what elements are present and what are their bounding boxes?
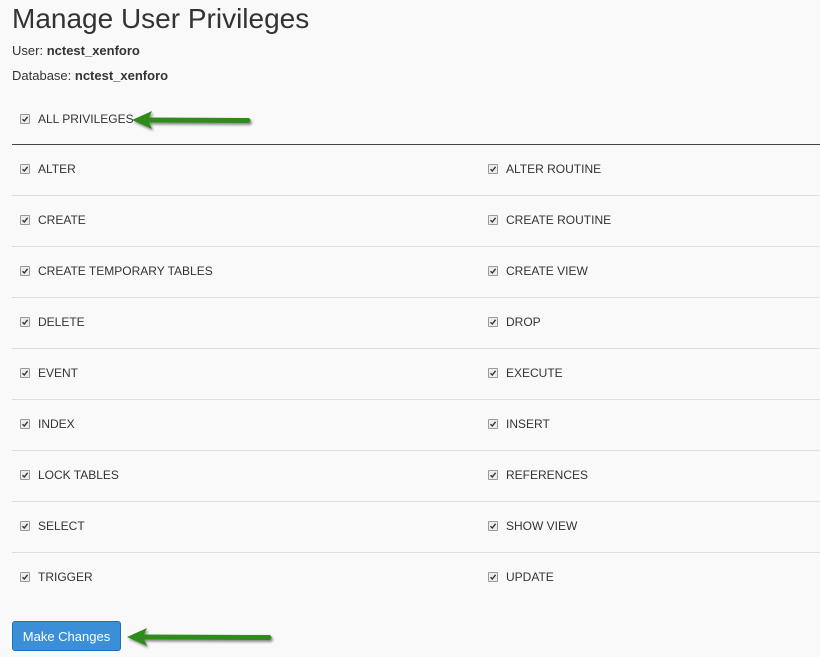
checkmark-icon [490,421,497,428]
privilege-checkbox[interactable] [488,215,498,225]
privilege-row: CREATE TEMPORARY TABLES CREATE VIEW [12,247,820,298]
privileges-grid: ALTER ALTER ROUTINE CREATE CREATE ROUTINE CR… [12,145,820,604]
privilege-label: EXECUTE [506,366,563,380]
arrow-left-icon [132,111,251,129]
privilege-option[interactable]: TRIGGER [20,570,93,584]
privilege-checkbox[interactable] [20,419,30,429]
privilege-option[interactable]: SHOW VIEW [488,519,577,533]
privilege-row: TRIGGER UPDATE [12,553,820,604]
privilege-label: EVENT [38,366,79,380]
checkmark-icon [22,166,29,173]
privilege-label: DROP [506,315,541,329]
page-title: Manage User Privileges [12,3,310,34]
privilege-checkbox[interactable] [20,572,30,582]
checkmark-icon [22,116,29,123]
privilege-label: CREATE [38,213,86,227]
checkmark-icon [490,217,497,224]
privilege-checkbox[interactable] [488,470,498,480]
privilege-checkbox[interactable] [488,317,498,327]
privilege-option[interactable]: CREATE VIEW [488,264,588,278]
database-line: Database: nctest_xenforo [12,68,168,83]
privilege-label: INSERT [506,417,550,431]
privilege-row: LOCK TABLES REFERENCES [12,451,820,502]
privilege-row: INDEX INSERT [12,400,820,451]
checkmark-icon [490,166,497,173]
privilege-label: ALTER ROUTINE [506,162,602,176]
privilege-checkbox[interactable] [20,521,30,531]
privilege-checkbox[interactable] [488,521,498,531]
checkmark-icon [490,319,497,326]
checkmark-icon [22,523,29,530]
privilege-option[interactable]: INDEX [20,417,75,431]
privilege-checkbox[interactable] [488,419,498,429]
privilege-row: ALTER ALTER ROUTINE [12,145,820,196]
privilege-option[interactable]: LOCK TABLES [20,468,119,482]
checkmark-icon [490,370,497,377]
make-changes-button[interactable]: Make Changes [12,621,121,651]
privilege-checkbox[interactable] [488,572,498,582]
privilege-label: ALTER [38,162,76,176]
checkmark-icon [490,523,497,530]
privilege-checkbox[interactable] [20,266,30,276]
privilege-option[interactable]: ALTER ROUTINE [488,162,601,176]
privilege-label: SHOW VIEW [506,519,578,533]
privilege-option[interactable]: UPDATE [488,570,554,584]
database-value: nctest_xenforo [74,68,169,83]
privilege-checkbox[interactable] [20,215,30,225]
privilege-option[interactable]: EVENT [20,366,78,380]
privilege-option[interactable]: REFERENCES [488,468,588,482]
checkmark-icon [490,472,497,479]
privilege-option[interactable]: EXECUTE [488,366,563,380]
privilege-checkbox[interactable] [488,164,498,174]
privilege-option[interactable]: DELETE [20,315,85,329]
privilege-row: DELETE DROP [12,298,820,349]
privilege-checkbox[interactable] [20,368,30,378]
privilege-label: UPDATE [506,570,554,584]
privilege-checkbox[interactable] [20,317,30,327]
privilege-label: CREATE ROUTINE [506,213,612,227]
privilege-option[interactable]: CREATE TEMPORARY TABLES [20,264,213,278]
checkmark-icon [22,472,29,479]
checkmark-icon [22,574,29,581]
privilege-label: CREATE TEMPORARY TABLES [38,264,213,278]
checkmark-icon [22,268,29,275]
checkmark-icon [22,421,29,428]
user-value: nctest_xenforo [46,43,140,58]
privilege-option[interactable]: SELECT [20,519,85,533]
privilege-row: CREATE CREATE ROUTINE [12,196,820,247]
all-privileges-label: ALL PRIVILEGES [38,112,134,126]
all-privileges-checkbox[interactable] [20,114,30,124]
all-privileges-option[interactable]: ALL PRIVILEGES [20,111,134,127]
privilege-option[interactable]: CREATE ROUTINE [488,213,611,227]
privilege-option[interactable]: ALTER [20,162,76,176]
privilege-option[interactable]: DROP [488,315,541,329]
checkmark-icon [22,217,29,224]
database-label: Database: [12,68,72,83]
privilege-row: SELECT SHOW VIEW [12,502,820,553]
checkmark-icon [490,268,497,275]
privilege-checkbox[interactable] [488,266,498,276]
privilege-label: CREATE VIEW [506,264,588,278]
arrow-left-icon [127,628,272,646]
privilege-checkbox[interactable] [20,164,30,174]
checkmark-icon [22,370,29,377]
privilege-label: LOCK TABLES [38,468,119,482]
privilege-checkbox[interactable] [20,470,30,480]
privilege-option[interactable]: INSERT [488,417,550,431]
user-line: User: nctest_xenforo [12,43,140,58]
privilege-label: REFERENCES [506,468,589,482]
privilege-option[interactable]: CREATE [20,213,86,227]
checkmark-icon [22,319,29,326]
privilege-row: EVENT EXECUTE [12,349,820,400]
checkmark-icon [490,574,497,581]
user-label: User: [12,43,44,58]
privilege-label: SELECT [38,519,85,533]
privilege-label: INDEX [38,417,75,431]
privilege-label: DELETE [38,315,85,329]
privilege-label: TRIGGER [38,570,93,584]
privilege-checkbox[interactable] [488,368,498,378]
